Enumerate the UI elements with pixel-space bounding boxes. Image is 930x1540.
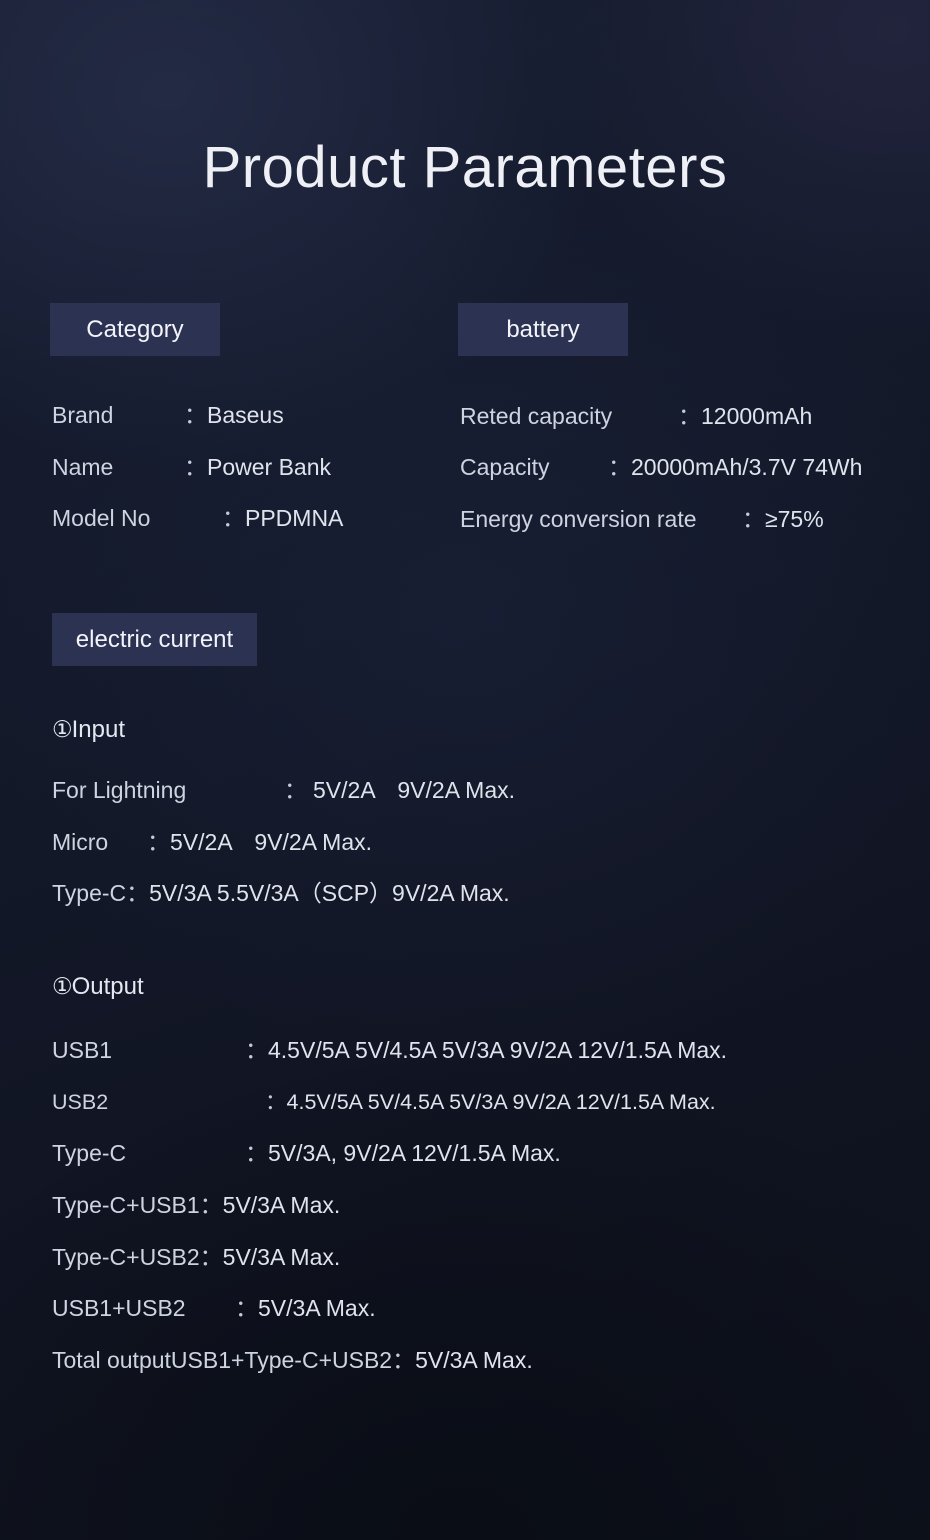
spec-label: Model No [52, 505, 151, 531]
spec-separator: ： [199, 1244, 223, 1270]
circled-number-icon: ① [52, 973, 73, 999]
spec-value: 12000mAh [701, 403, 813, 429]
spec-value: Power Bank [207, 454, 332, 480]
spec-row-output-type-c-usb2: Type-C+USB2：5V/3A Max. [52, 1242, 340, 1272]
spec-separator: ： [284, 777, 307, 803]
spec-label: Total outputUSB1+Type-C+USB2 [52, 1347, 393, 1373]
spec-separator: ： [235, 1295, 258, 1321]
product-parameters-page: Product Parameters Category Brand ：Baseus… [0, 0, 930, 1540]
spec-label: USB1 [52, 1037, 113, 1063]
spec-value: 5V/3A, 9V/2A 12V/1.5A Max. [268, 1140, 561, 1166]
spec-label: USB1+USB2 [52, 1295, 186, 1321]
spec-label: Type-C+USB2 [52, 1244, 200, 1270]
spec-label: Type-C+USB1 [52, 1192, 200, 1218]
page-title: Product Parameters [202, 135, 728, 200]
spec-separator: ： [222, 505, 245, 531]
spec-row-output-type-c: Type-C ：5V/3A, 9V/2A 12V/1.5A Max. [52, 1138, 561, 1168]
spec-value: 5V/2A 9V/2A Max. [313, 777, 516, 803]
spec-row-output-type-c-usb1: Type-C+USB1：5V/3A Max. [52, 1190, 340, 1220]
spec-value: 5V/3A 5.5V/3A（SCP）9V/2A Max. [149, 880, 510, 906]
spec-value: 5V/3A Max. [415, 1347, 533, 1373]
spec-separator: ： [392, 1347, 416, 1373]
spec-label: Reted capacity [460, 403, 613, 429]
spec-label: Capacity [460, 454, 550, 480]
spec-label: Brand [52, 402, 114, 428]
spec-separator: ： [184, 402, 207, 428]
spec-value: 5V/3A Max. [222, 1244, 341, 1270]
spec-label: Type-C [52, 1140, 127, 1166]
spec-row-model-no: Model No ：PPDMNA [52, 503, 343, 533]
spec-label: Energy conversion rate [460, 506, 697, 532]
spec-row-rated-capacity: Reted capacity ：12000mAh [460, 401, 812, 431]
spec-value: 5V/2A 9V/2A Max. [170, 829, 373, 855]
spec-separator: ： [147, 829, 170, 855]
spec-value: 5V/3A Max. [222, 1192, 341, 1218]
spec-value: 4.5V/5A 5V/4.5A 5V/3A 9V/2A 12V/1.5A Max… [286, 1090, 716, 1114]
subheading-label: Input [71, 716, 126, 743]
spec-label: For Lightning [52, 777, 187, 803]
spec-row-brand: Brand ：Baseus [52, 400, 284, 430]
spec-value: PPDMNA [245, 505, 344, 531]
section-badge-electric-current: electric current [52, 613, 257, 666]
spec-row-input-type-c: Type-C：5V/3A 5.5V/3A（SCP）9V/2A Max. [52, 878, 510, 908]
circled-number-icon: ① [52, 716, 73, 742]
spec-row-name: Name ：Power Bank [52, 452, 331, 482]
spec-value: 20000mAh/3.7V 74Wh [631, 454, 863, 480]
spec-label: Type-C [52, 880, 127, 906]
section-badge-category: Category [50, 303, 220, 356]
section-badge-battery: battery [458, 303, 628, 356]
spec-row-input-micro: Micro ：5V/2A 9V/2A Max. [52, 827, 372, 857]
spec-separator: ： [245, 1037, 268, 1063]
subheading-output: ①Output [52, 970, 144, 1003]
spec-separator: ： [678, 403, 701, 429]
spec-row-input-for-lightning: For Lightning ： 5V/2A 9V/2A Max. [52, 775, 515, 805]
spec-row-output-usb1: USB1 ：4.5V/5A 5V/4.5A 5V/3A 9V/2A 12V/1.5… [52, 1035, 727, 1065]
spec-label: USB2 [52, 1090, 109, 1114]
spec-value: ≥75% [765, 506, 824, 532]
spec-separator: ： [245, 1140, 268, 1166]
spec-separator: ： [126, 880, 150, 906]
spec-separator: ： [608, 454, 631, 480]
subheading-input: ①Input [52, 713, 125, 746]
spec-separator: ： [265, 1090, 287, 1114]
spec-separator: ： [184, 454, 207, 480]
spec-row-output-usb1-usb2: USB1+USB2 ：5V/3A Max. [52, 1293, 376, 1323]
spec-label: Name [52, 454, 114, 480]
spec-separator: ： [199, 1192, 223, 1218]
spec-row-energy-conversion-rate: Energy conversion rate ：≥75% [460, 504, 824, 534]
spec-row-output-total: Total outputUSB1+Type-C+USB2：5V/3A Max. [52, 1345, 533, 1375]
spec-row-capacity: Capacity ：20000mAh/3.7V 74Wh [460, 452, 862, 482]
spec-value: 5V/3A Max. [258, 1295, 376, 1321]
spec-separator: ： [742, 506, 765, 532]
spec-row-output-usb2: USB2 ：4.5V/5A 5V/4.5A 5V/3A 9V/2A 12V/1.5… [52, 1087, 716, 1117]
subheading-label: Output [71, 973, 144, 1000]
spec-label: Micro [52, 829, 109, 855]
spec-value: 4.5V/5A 5V/4.5A 5V/3A 9V/2A 12V/1.5A Max… [268, 1037, 728, 1063]
spec-value: Baseus [207, 402, 284, 428]
